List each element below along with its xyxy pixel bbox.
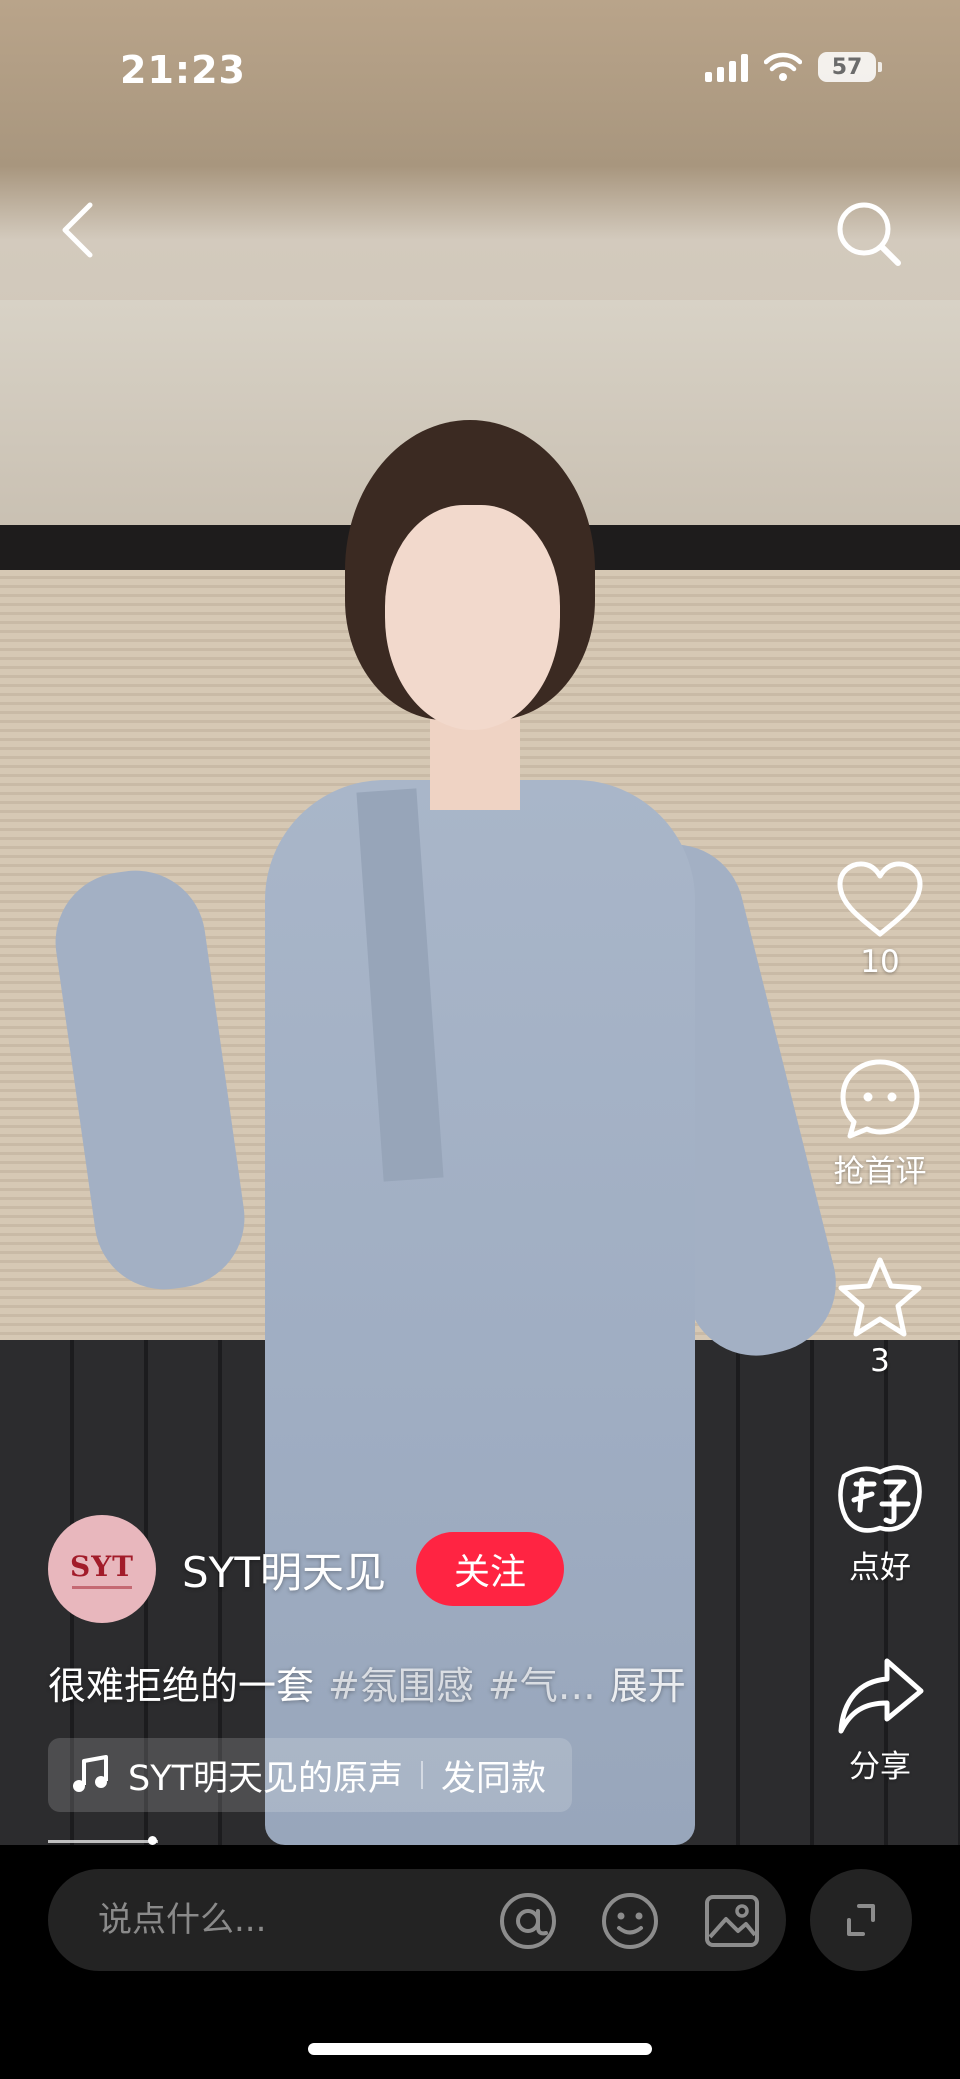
back-button[interactable] xyxy=(50,195,110,265)
at-icon[interactable] xyxy=(498,1891,558,1951)
expand-icon xyxy=(847,1904,875,1936)
comment-button[interactable]: 抢首评 xyxy=(800,1056,960,1191)
like-count: 10 xyxy=(860,944,900,980)
emoji-icon[interactable] xyxy=(600,1891,660,1951)
search-button[interactable] xyxy=(830,195,910,275)
music-note-icon xyxy=(73,1755,108,1792)
author-name[interactable]: SYT明天见 xyxy=(182,1539,386,1600)
cellular-signal-icon xyxy=(705,52,748,82)
music-chip[interactable]: SYT明天见的原声 发同款 xyxy=(48,1738,572,1812)
hashtag[interactable]: #氛围感 xyxy=(328,1664,474,1708)
hashtag[interactable]: #气… xyxy=(488,1664,596,1708)
search-icon xyxy=(837,202,901,266)
home-indicator[interactable] xyxy=(308,2043,652,2055)
share-arrow-icon xyxy=(838,1658,924,1734)
video-progress-bar[interactable] xyxy=(48,1840,158,1843)
comment-input[interactable] xyxy=(96,1899,460,1941)
comment-label: 抢首评 xyxy=(833,1154,927,1190)
battery-indicator: 57 xyxy=(818,52,882,82)
status-icons: 57 xyxy=(705,52,882,82)
use-sound-button[interactable]: 发同款 xyxy=(441,1750,546,1801)
comment-bar xyxy=(0,1845,960,2079)
good-button[interactable]: 点好 xyxy=(800,1458,960,1587)
image-icon[interactable] xyxy=(702,1891,762,1951)
star-icon xyxy=(838,1257,922,1337)
avatar[interactable]: SYT xyxy=(48,1515,156,1623)
comment-input-container[interactable] xyxy=(48,1869,786,1971)
music-source: SYT明天见的原声 xyxy=(128,1758,403,1799)
hao-badge-icon xyxy=(838,1465,922,1533)
follow-button[interactable]: 关注 xyxy=(415,1532,564,1606)
caption[interactable]: 很难拒绝的一套 #氛围感 #气… 展开 xyxy=(48,1655,686,1710)
share-label: 分享 xyxy=(849,1749,911,1785)
author-row: SYT SYT明天见 关注 xyxy=(48,1515,564,1623)
video-note-screen: 21:23 57 10 抢首评 3 点好 分享 SYT SYT明天见 关注 很难… xyxy=(0,0,960,2079)
like-button[interactable]: 10 xyxy=(800,860,960,980)
avatar-logo-text: SYT xyxy=(69,1549,135,1583)
expand-caption-link[interactable]: 展开 xyxy=(610,1664,686,1708)
share-button[interactable]: 分享 xyxy=(800,1655,960,1786)
wifi-icon xyxy=(764,52,802,81)
status-time: 21:23 xyxy=(120,48,246,92)
figure-face xyxy=(385,505,560,730)
fullscreen-button[interactable] xyxy=(810,1869,912,1971)
comment-bubble-icon xyxy=(840,1059,920,1139)
music-divider xyxy=(420,1761,423,1789)
good-label: 点好 xyxy=(849,1550,911,1586)
chevron-left-icon xyxy=(62,202,93,258)
collect-button[interactable]: 3 xyxy=(800,1255,960,1379)
heart-icon xyxy=(837,861,923,937)
caption-text: 很难拒绝的一套 xyxy=(48,1664,315,1708)
collect-count: 3 xyxy=(870,1343,890,1379)
avatar-logo-line xyxy=(72,1585,132,1589)
video-progress-handle[interactable] xyxy=(148,1836,157,1845)
